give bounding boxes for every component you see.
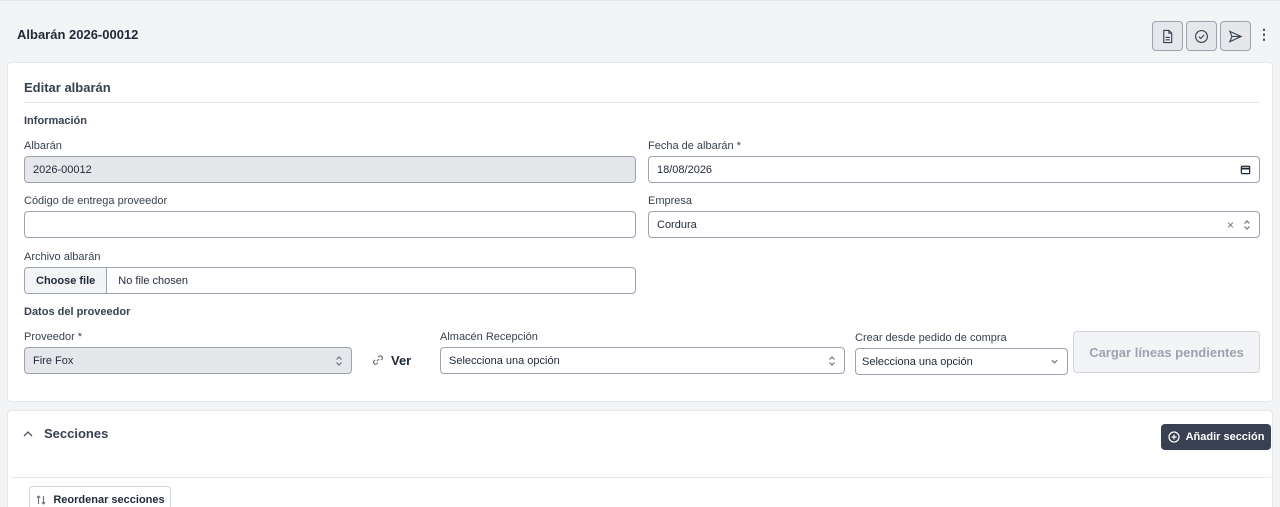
select-toggle-icon[interactable]	[1243, 219, 1251, 231]
almacen-placeholder: Selecciona una opción	[449, 354, 560, 367]
document-icon	[1163, 29, 1173, 43]
sections-card: Secciones Añadir sección Reordenar secci…	[7, 410, 1273, 507]
edit-form-card: Editar albarán Información Albarán 2026-…	[7, 62, 1273, 402]
albaran-label: Albarán	[24, 140, 62, 152]
pedido-placeholder: Selecciona una opción	[862, 355, 973, 368]
calendar-icon[interactable]	[1240, 164, 1251, 175]
empresa-value: Cordura	[657, 218, 697, 231]
file-status: No file chosen	[118, 274, 189, 287]
load-pending-lines-button[interactable]: Cargar líneas pendientes	[1073, 331, 1260, 373]
empresa-label: Empresa	[648, 195, 693, 207]
page-title: Albarán 2026-00012	[17, 27, 139, 42]
almacen-select[interactable]: Selecciona una opción	[440, 347, 845, 374]
fecha-field[interactable]: 18/08/2026	[648, 156, 1260, 183]
choose-file-button[interactable]: Choose file	[25, 268, 108, 293]
sections-title: Secciones	[44, 426, 109, 441]
proveedor-label: Proveedor *	[24, 331, 83, 343]
pedido-label: Crear desde pedido de compra	[855, 332, 1007, 344]
check-circle-icon	[1195, 29, 1208, 43]
albaran-value: 2026-00012	[33, 163, 92, 176]
albaran-field: 2026-00012	[24, 156, 636, 183]
pedido-select[interactable]: Selecciona una opción	[855, 348, 1068, 375]
proveedor-select: Fire Fox	[24, 347, 352, 374]
send-icon	[1228, 29, 1243, 43]
fecha-label: Fecha de albarán *	[648, 140, 741, 152]
select-toggle-icon[interactable]	[828, 355, 836, 367]
add-section-label: Añadir sección	[1185, 431, 1265, 443]
sections-toggle[interactable]: Secciones	[22, 426, 108, 441]
fecha-value: 18/08/2026	[657, 163, 713, 176]
info-section-label: Información	[24, 115, 87, 127]
reorder-label: Reordenar secciones	[53, 494, 165, 506]
empresa-select[interactable]: Cordura ×	[648, 211, 1260, 238]
chevron-down-icon[interactable]	[1050, 357, 1059, 366]
select-toggle-icon	[336, 355, 342, 366]
reorder-sections-button[interactable]: Reordenar secciones	[29, 486, 171, 507]
clear-icon[interactable]: ×	[1227, 218, 1234, 232]
sort-icon	[36, 495, 46, 505]
divider	[11, 477, 1271, 478]
ver-link[interactable]: Ver	[391, 353, 411, 368]
form-title: Editar albarán	[24, 80, 111, 95]
archivo-file-input[interactable]: Choose file No file chosen	[24, 267, 636, 294]
page-header: Albarán 2026-00012 ⋮	[0, 0, 1280, 60]
chevron-up-icon	[23, 430, 33, 436]
validate-button[interactable]	[1186, 21, 1217, 51]
divider	[24, 102, 1260, 103]
proveedor-value: Fire Fox	[33, 354, 74, 367]
add-section-button[interactable]: Añadir sección	[1161, 424, 1271, 450]
codigo-label: Código de entrega proveedor	[24, 195, 168, 207]
send-button[interactable]	[1220, 21, 1251, 51]
more-options-icon[interactable]: ⋮	[1257, 25, 1271, 43]
almacen-label: Almacén Recepción	[440, 331, 538, 343]
supplier-section-label: Datos del proveedor	[24, 306, 131, 318]
link-icon[interactable]	[372, 354, 384, 366]
archivo-label: Archivo albarán	[24, 251, 101, 263]
plus-circle-icon	[1167, 431, 1180, 443]
document-button[interactable]	[1152, 21, 1183, 51]
codigo-field[interactable]	[24, 211, 636, 238]
